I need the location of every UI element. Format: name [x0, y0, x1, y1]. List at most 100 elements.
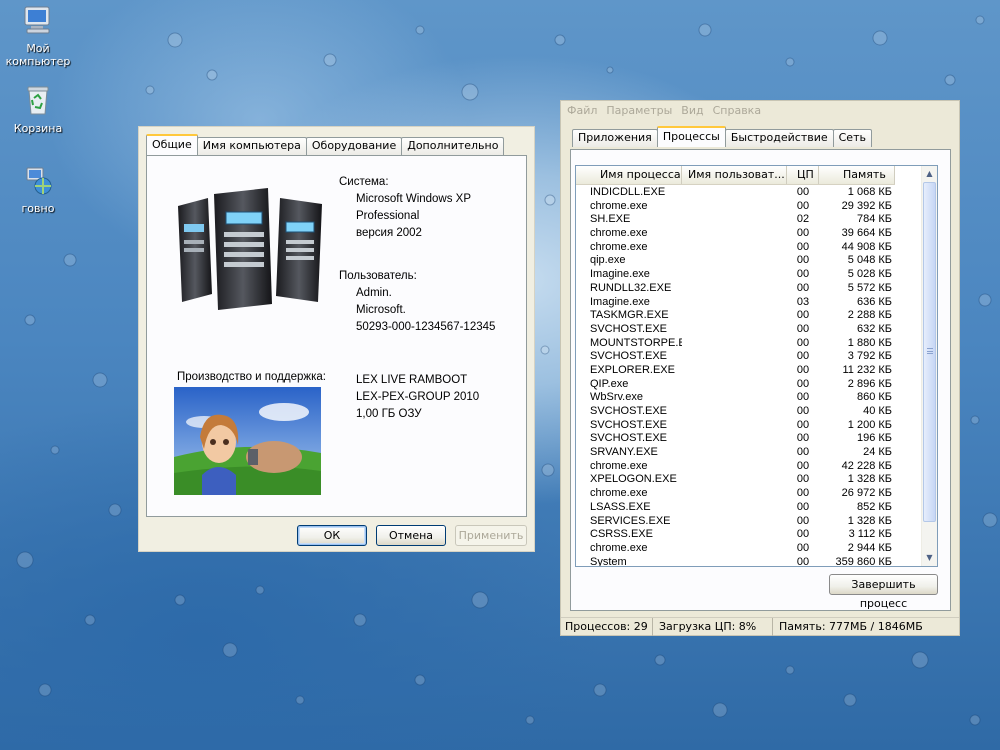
process-row[interactable]: Imagine.exe 00 5 028 КБ [576, 268, 923, 282]
servers-icon [178, 188, 322, 310]
tab-networking[interactable]: Сеть [832, 129, 872, 147]
process-row[interactable]: chrome.exe 00 39 664 КБ [576, 227, 923, 241]
system-os-name: Microsoft Windows XP [356, 193, 472, 205]
process-memory-cell: 2 944 КБ [847, 541, 892, 554]
apply-button[interactable]: Применить [455, 525, 527, 546]
process-row[interactable]: qip.exe 00 5 048 КБ [576, 254, 923, 268]
process-list[interactable]: Имя процесса Имя пользоват... ЦП Память … [575, 165, 938, 567]
tab-advanced[interactable]: Дополнительно [401, 137, 505, 155]
menu-file[interactable]: Файл [567, 101, 597, 121]
process-memory-cell: 632 КБ [856, 322, 892, 335]
process-cpu-cell: 00 [796, 473, 810, 486]
process-name-cell: WbSrv.exe [590, 391, 643, 404]
process-row[interactable]: TASKMGR.EXE 00 2 288 КБ [576, 309, 923, 323]
desktop-icon-recycle-bin[interactable]: Корзина [3, 84, 73, 135]
process-row[interactable]: SVCHOST.EXE 00 632 КБ [576, 323, 923, 337]
process-name-cell: CSRSS.EXE [590, 528, 653, 541]
process-cpu-cell: 00 [796, 199, 810, 212]
process-user-cell [682, 501, 787, 515]
tab-processes[interactable]: Процессы [656, 126, 726, 147]
process-list-scrollbar[interactable]: ▲ ▼ [921, 166, 937, 566]
process-row[interactable]: MOUNTSTORPE.EXE 00 1 880 КБ [576, 337, 923, 351]
process-user-cell [682, 432, 787, 446]
process-row[interactable]: SVCHOST.EXE 00 40 КБ [576, 405, 923, 419]
process-row[interactable]: SH.EXE 02 784 КБ [576, 213, 923, 227]
process-row[interactable]: WbSrv.exe 00 860 КБ [576, 391, 923, 405]
desktop-icon-network[interactable]: говно [3, 164, 73, 215]
process-name-cell: SVCHOST.EXE [590, 405, 668, 417]
column-image-name[interactable]: Имя процесса [576, 166, 682, 184]
process-row[interactable]: chrome.exe 00 2 944 КБ [576, 542, 923, 556]
system-os-edition: Professional [356, 210, 420, 222]
process-name-cell: EXPLORER.EXE [590, 363, 675, 376]
process-user-cell [682, 282, 787, 296]
process-name-cell: LSASS.EXE [590, 500, 651, 513]
desktop-icon-my-computer[interactable]: Мой компьютер [3, 4, 73, 68]
process-cpu-cell: 00 [796, 309, 810, 322]
column-cpu[interactable]: ЦП [787, 166, 819, 184]
tab-computer-name[interactable]: Имя компьютера [196, 137, 307, 155]
process-user-cell [682, 364, 787, 378]
process-name-cell: chrome.exe [590, 199, 648, 212]
process-name-cell: SVCHOST.EXE [590, 432, 668, 445]
tab-applications[interactable]: Приложения [572, 129, 658, 147]
process-row[interactable]: QIP.exe 00 2 896 КБ [576, 378, 923, 392]
process-row[interactable]: SVCHOST.EXE 00 1 200 КБ [576, 419, 923, 433]
process-memory-cell: 5 048 КБ [847, 254, 892, 267]
process-row[interactable]: SRVANY.EXE 00 24 КБ [576, 446, 923, 460]
process-name-cell: SRVANY.EXE [590, 446, 658, 459]
scroll-down-arrow-icon[interactable]: ▼ [922, 550, 937, 565]
desktop-icon-label: Корзина [13, 122, 63, 135]
user-name: Admin. [356, 287, 392, 299]
process-row[interactable]: SVCHOST.EXE 00 196 КБ [576, 432, 923, 446]
process-row[interactable]: INDICDLL.EXE 00 1 068 КБ [576, 186, 923, 200]
process-row[interactable]: System 00 359 860 КБ [576, 556, 923, 566]
process-user-cell [682, 391, 787, 405]
menu-options[interactable]: Параметры [606, 101, 672, 121]
process-name-cell: MOUNTSTORPE.EXE [590, 336, 682, 349]
process-memory-cell: 2 288 КБ [847, 309, 892, 322]
process-memory-cell: 636 КБ [856, 295, 892, 308]
process-row[interactable]: Imagine.exe 03 636 КБ [576, 296, 923, 310]
process-name-cell: SVCHOST.EXE [590, 350, 668, 363]
process-memory-cell: 5 572 КБ [847, 281, 892, 294]
tab-general[interactable]: Общие [146, 134, 198, 155]
tab-hardware[interactable]: Оборудование [305, 137, 403, 155]
process-row[interactable]: LSASS.EXE 00 852 КБ [576, 501, 923, 515]
process-row[interactable]: RUNDLL32.EXE 00 5 572 КБ [576, 282, 923, 296]
process-cpu-cell: 00 [796, 363, 810, 376]
process-user-cell [682, 446, 787, 460]
process-user-cell [682, 556, 787, 566]
process-row[interactable]: CSRSS.EXE 00 3 112 КБ [576, 528, 923, 542]
process-row[interactable]: XPELOGON.EXE 00 1 328 КБ [576, 473, 923, 487]
menu-view[interactable]: Вид [681, 101, 703, 121]
process-cpu-cell: 00 [796, 514, 810, 527]
process-name-cell: TASKMGR.EXE [590, 309, 669, 322]
tab-performance[interactable]: Быстродействие [724, 129, 834, 147]
scrollbar-thumb[interactable] [923, 182, 936, 522]
scroll-up-arrow-icon[interactable]: ▲ [922, 166, 937, 181]
product-id: 50293-000-1234567-12345 [356, 321, 496, 333]
network-folder-icon [26, 167, 52, 195]
ok-button[interactable]: ОК [297, 525, 367, 546]
end-process-button[interactable]: Завершить процесс [829, 574, 938, 610]
process-row[interactable]: SERVICES.EXE 00 1 328 КБ [576, 515, 923, 529]
process-row[interactable]: chrome.exe 00 44 908 КБ [576, 241, 923, 255]
process-user-cell [682, 350, 787, 364]
process-name-cell: chrome.exe [590, 227, 648, 240]
process-row[interactable]: chrome.exe 00 26 972 КБ [576, 487, 923, 501]
process-cpu-cell: 00 [796, 322, 810, 335]
process-user-cell [682, 254, 787, 268]
menu-help[interactable]: Справка [713, 101, 761, 121]
process-memory-cell: 5 028 КБ [847, 268, 892, 281]
process-cpu-cell: 00 [796, 240, 810, 253]
process-row[interactable]: EXPLORER.EXE 00 11 232 КБ [576, 364, 923, 378]
process-name-cell: SVCHOST.EXE [590, 322, 668, 335]
cancel-button[interactable]: Отмена [376, 525, 446, 546]
column-user-name[interactable]: Имя пользоват... [682, 166, 787, 184]
general-tab-pane: Система: Microsoft Windows XP Profession… [146, 155, 527, 517]
process-row[interactable]: SVCHOST.EXE 00 3 792 КБ [576, 350, 923, 364]
column-memory[interactable]: Память [819, 166, 895, 184]
process-row[interactable]: chrome.exe 00 42 228 КБ [576, 460, 923, 474]
process-row[interactable]: chrome.exe 00 29 392 КБ [576, 200, 923, 214]
